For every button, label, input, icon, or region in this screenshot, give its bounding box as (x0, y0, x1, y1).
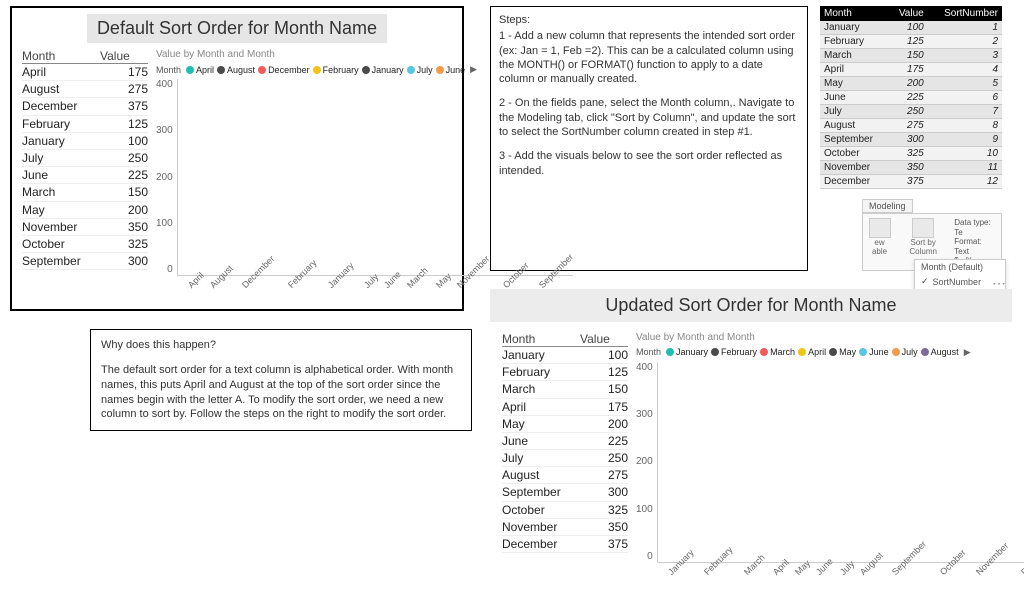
th-value: Value (888, 6, 927, 21)
list-item: April175 (22, 64, 148, 81)
default-plot-area (177, 79, 573, 276)
legend-item: June (859, 347, 889, 357)
list-item: March150 (22, 184, 148, 201)
legend-item: December (258, 65, 310, 75)
list-item: July250 (22, 150, 148, 167)
legend-item: June (436, 65, 466, 75)
explain-box: Why does this happen? The default sort o… (90, 329, 472, 431)
list-header-value: Value (100, 49, 130, 63)
list-item: December375 (502, 536, 628, 553)
list-item: June225 (22, 167, 148, 184)
explain-question: Why does this happen? (101, 338, 461, 353)
list-item: June225 (502, 433, 628, 450)
legend-scroll-right-icon[interactable]: ▶ (964, 347, 971, 358)
legend-item: January (666, 347, 708, 357)
format-label: Format: Text (954, 237, 997, 256)
legend-item: May (829, 347, 856, 357)
modeling-tab[interactable]: Modeling (862, 199, 913, 213)
default-chart: Value by Month and Month MonthAprilAugus… (156, 49, 573, 303)
list-item: November350 (22, 219, 148, 236)
table-row: May2005 (820, 77, 1002, 91)
list-item: May200 (502, 416, 628, 433)
legend-item: February (313, 65, 359, 75)
list-item: December375 (22, 98, 148, 115)
updated-y-axis: 4003002001000 (636, 362, 657, 562)
th-sortnumber: SortNumber (928, 6, 1002, 21)
list-item: February125 (502, 364, 628, 381)
table-row: March1503 (820, 49, 1002, 63)
list-item: October325 (502, 502, 628, 519)
panel-default-title: Default Sort Order for Month Name (87, 14, 387, 43)
list-item: September300 (22, 253, 148, 270)
list-header-month: Month (22, 49, 100, 63)
list-item: February125 (22, 116, 148, 133)
table-row: January1001 (820, 21, 1002, 35)
table-icon (869, 218, 891, 238)
list-item: August275 (22, 81, 148, 98)
list-item: July250 (502, 450, 628, 467)
legend-label: Month (636, 347, 661, 357)
list-item: January100 (22, 133, 148, 150)
list-item: September300 (502, 484, 628, 501)
legend-item: March (760, 347, 795, 357)
legend-item: January (362, 65, 404, 75)
legend-scroll-right-icon[interactable]: ▶ (470, 64, 477, 75)
menu-item-month[interactable]: Month (Default) (915, 260, 1005, 274)
updated-x-labels: JanuaryFebruaryMarchAprilMayJuneJulyAugu… (658, 564, 1024, 590)
table-row: June2256 (820, 91, 1002, 105)
table-row: September3009 (820, 133, 1002, 147)
table-row: July2507 (820, 105, 1002, 119)
list-item: January100 (502, 347, 628, 364)
legend-item: August (921, 347, 959, 357)
legend-label: Month (156, 65, 181, 75)
updated-month-list: Month Value January100February125March15… (502, 332, 628, 590)
legend-item: July (892, 347, 918, 357)
modeling-screenshot: Modeling ew able Sort by Column Data typ… (862, 199, 1002, 271)
panel-updated-sort: ⋯ Updated Sort Order for Month Name Mont… (490, 289, 1012, 590)
legend-item: August (217, 65, 255, 75)
panel-updated-title: Updated Sort Order for Month Name (490, 289, 1012, 322)
data-type-label: Data type: Te (954, 218, 997, 237)
table-row: August2758 (820, 119, 1002, 133)
sort-icon (912, 218, 934, 238)
th-month: Month (820, 6, 888, 21)
list-item: October325 (22, 236, 148, 253)
table-row: February1252 (820, 35, 1002, 49)
list-item: May200 (22, 202, 148, 219)
new-table-button[interactable]: ew able (867, 218, 892, 266)
list-item: March150 (502, 381, 628, 398)
updated-legend: Month JanuaryFebruaryMarchAprilMayJuneJul… (636, 347, 1024, 358)
legend-item: July (407, 65, 433, 75)
updated-chart: Value by Month and Month Month JanuaryFeb… (636, 332, 1024, 590)
default-y-axis: 4003002001000 (156, 79, 177, 275)
list-header-month: Month (502, 332, 580, 346)
list-item: April175 (502, 399, 628, 416)
table-row: November35011 (820, 161, 1002, 175)
legend-item: April (798, 347, 826, 357)
updated-plot-area (657, 362, 1024, 563)
steps-heading: Steps: (499, 13, 799, 27)
default-month-list: Month Value April175August275December375… (22, 49, 148, 303)
legend-item: April (186, 65, 214, 75)
table-row: October32510 (820, 147, 1002, 161)
list-header-value: Value (580, 332, 610, 346)
step-1: 1 - Add a new column that represents the… (499, 29, 799, 86)
table-row: April1754 (820, 63, 1002, 77)
updated-chart-title: Value by Month and Month (636, 332, 1024, 343)
explain-body: The default sort order for a text column… (101, 363, 461, 422)
list-item: August275 (502, 467, 628, 484)
legend-item: February (711, 347, 757, 357)
table-row: December37512 (820, 175, 1002, 189)
sort-number-table: Month Value SortNumber January1001Februa… (820, 6, 1002, 189)
panel-default-sort: Default Sort Order for Month Name Month … (10, 6, 464, 311)
list-item: November350 (502, 519, 628, 536)
